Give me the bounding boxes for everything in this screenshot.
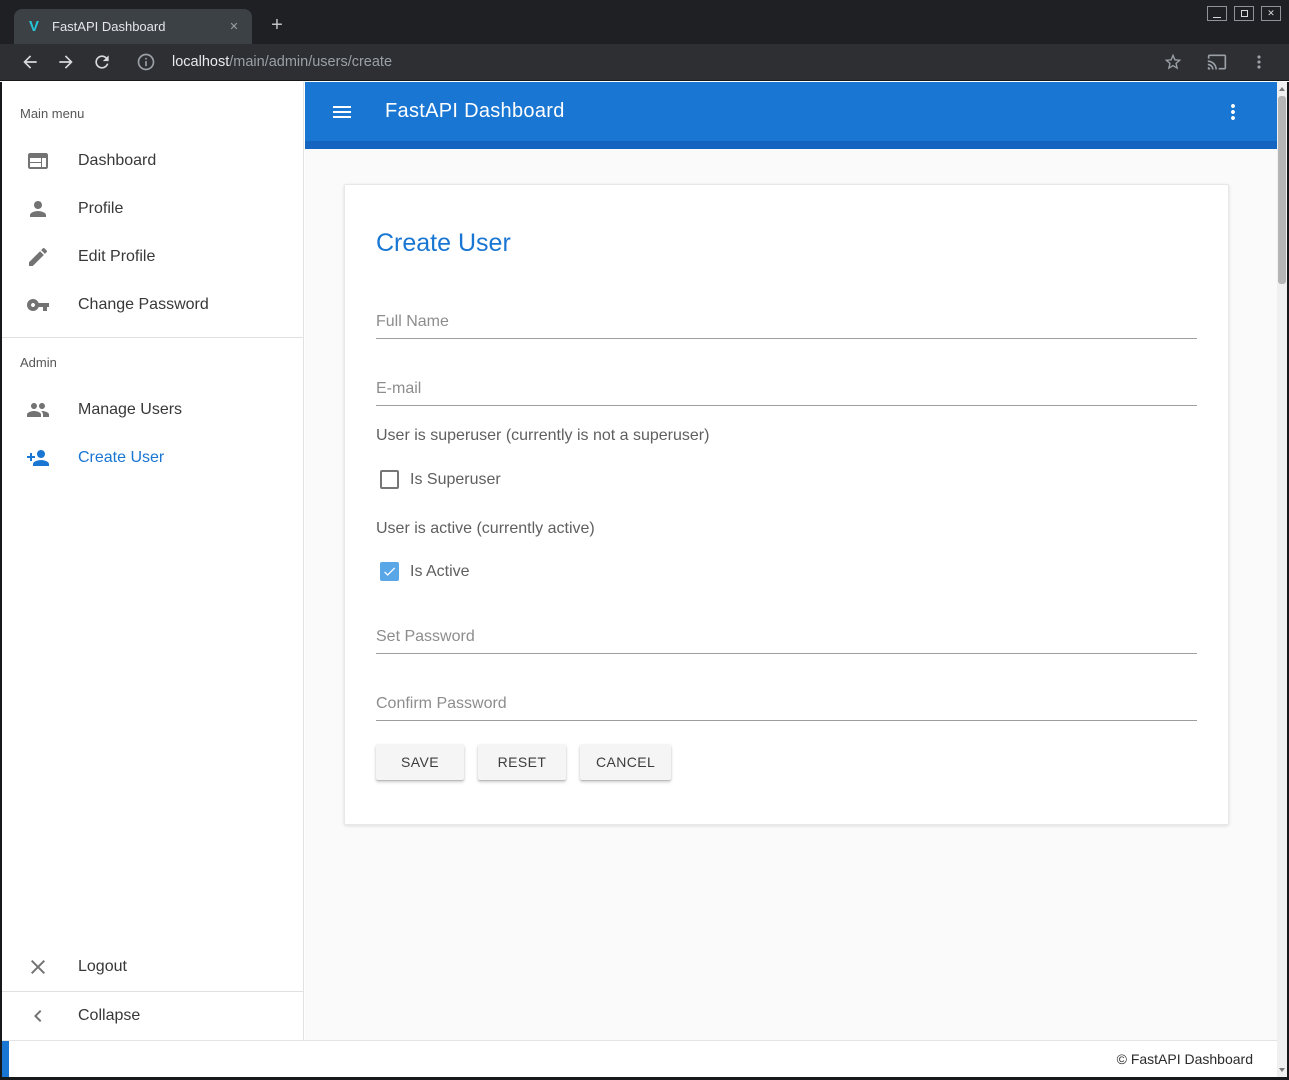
cast-icon[interactable] [1207,52,1227,72]
browser-toolbar: localhost/main/admin/users/create [0,44,1289,81]
url-host: localhost [172,54,229,70]
hamburger-menu-icon[interactable] [330,100,354,124]
sidebar-item-label: Edit Profile [78,248,155,266]
sidebar-item-create-user[interactable]: Create User [2,434,303,482]
browser-window: V FastAPI Dashboard ✕ + ✕ localhost/main… [0,0,1289,1080]
sidebar-item-dashboard[interactable]: Dashboard [2,137,303,185]
vuetify-favicon-icon: V [26,19,42,35]
full-name-input[interactable] [376,312,1197,332]
sidebar-item-label: Logout [78,958,127,976]
scrollbar-down-arrow-icon[interactable] [1279,1068,1285,1072]
page-scrollbar[interactable] [1277,82,1287,1077]
app-footer: © FastAPI Dashboard [2,1040,1277,1077]
tab-title: FastAPI Dashboard [52,19,226,34]
sidebar-section-admin: Admin [2,338,303,386]
sidebar-item-label: Change Password [78,296,209,314]
superuser-checkbox-label: Is Superuser [410,471,501,489]
sidebar-item-manage-users[interactable]: Manage Users [2,386,303,434]
app-bar-shadow [305,141,1277,149]
close-window-icon: ✕ [1267,9,1275,18]
active-checkbox-label: Is Active [410,563,470,581]
superuser-hint: User is superuser (currently is not a su… [376,426,1197,446]
dashboard-icon [26,149,50,173]
app-bar: FastAPI Dashboard [305,82,1277,141]
scrollbar-thumb[interactable] [1278,96,1286,284]
close-window-button[interactable]: ✕ [1261,6,1281,21]
maximize-icon [1241,10,1248,17]
minimize-button[interactable] [1207,6,1227,21]
minimize-icon [1213,17,1221,18]
chevron-left-icon [26,1004,50,1028]
sidebar-item-profile[interactable]: Profile [2,185,303,233]
reload-icon[interactable] [92,52,112,72]
edit-icon [26,245,50,269]
page-info-icon[interactable] [136,52,156,72]
sidebar-item-change-password[interactable]: Change Password [2,281,303,329]
sidebar-item-logout[interactable]: Logout [2,943,303,991]
full-name-field [376,312,1197,339]
email-field [376,379,1197,406]
scrollbar-up-arrow-icon[interactable] [1279,87,1285,91]
sidebar-item-collapse[interactable]: Collapse [2,992,303,1040]
active-hint: User is active (currently active) [376,519,1197,539]
save-button[interactable]: SAVE [376,744,464,780]
sidebar-section-main-menu: Main menu [2,82,303,137]
bookmark-star-icon[interactable] [1163,52,1183,72]
browser-tab[interactable]: V FastAPI Dashboard ✕ [14,9,252,44]
app-title: FastAPI Dashboard [385,100,565,123]
email-input[interactable] [376,379,1197,399]
page-title: Create User [376,228,1197,258]
person-icon [26,197,50,221]
active-checkbox-row: Is Active [376,562,1197,581]
active-checkbox[interactable] [380,562,399,581]
key-icon [26,293,50,317]
close-tab-icon[interactable]: ✕ [226,20,242,33]
person-add-icon [26,446,50,470]
confirm-password-field [376,694,1197,721]
window-border-left [0,82,2,1080]
sidebar-item-label: Manage Users [78,401,182,419]
set-password-field [376,627,1197,654]
superuser-checkbox-row: Is Superuser [376,470,1197,489]
sidebar-item-label: Profile [78,200,123,218]
cancel-button[interactable]: CANCEL [580,744,671,780]
url-path: /main/admin/users/create [229,54,392,70]
back-icon[interactable] [20,52,40,72]
maximize-button[interactable] [1234,6,1254,21]
confirm-password-input[interactable] [376,694,1197,714]
footer-accent [2,1041,9,1077]
reset-button[interactable]: RESET [478,744,566,780]
browser-tab-strip: V FastAPI Dashboard ✕ + ✕ [0,0,1289,44]
check-icon [382,564,397,579]
window-controls: ✕ [1207,6,1281,21]
form-actions: SAVE RESET CANCEL [376,744,1197,780]
toolbar-right-actions [1155,52,1289,72]
sidebar-item-label: Collapse [78,1007,140,1025]
superuser-checkbox[interactable] [380,470,399,489]
logout-x-icon [26,955,50,979]
set-password-input[interactable] [376,627,1197,647]
copyright-text: © FastAPI Dashboard [1117,1051,1253,1067]
address-bar[interactable]: localhost/main/admin/users/create [172,54,392,70]
sidebar-item-edit-profile[interactable]: Edit Profile [2,233,303,281]
main-content: Create User User is superuser (currently… [305,149,1277,1040]
browser-menu-icon[interactable] [1249,52,1269,72]
forward-icon[interactable] [56,52,76,72]
new-tab-button[interactable]: + [264,12,290,38]
app-menu-kebab-icon[interactable] [1221,100,1245,124]
sidebar-bottom: Logout Collapse [2,943,303,1040]
sidebar-item-label: Create User [78,449,164,467]
sidebar-item-label: Dashboard [78,152,156,170]
create-user-card: Create User User is superuser (currently… [344,184,1229,825]
sidebar: Main menu Dashboard Profile Edit Profile… [2,82,304,1040]
people-icon [26,398,50,422]
